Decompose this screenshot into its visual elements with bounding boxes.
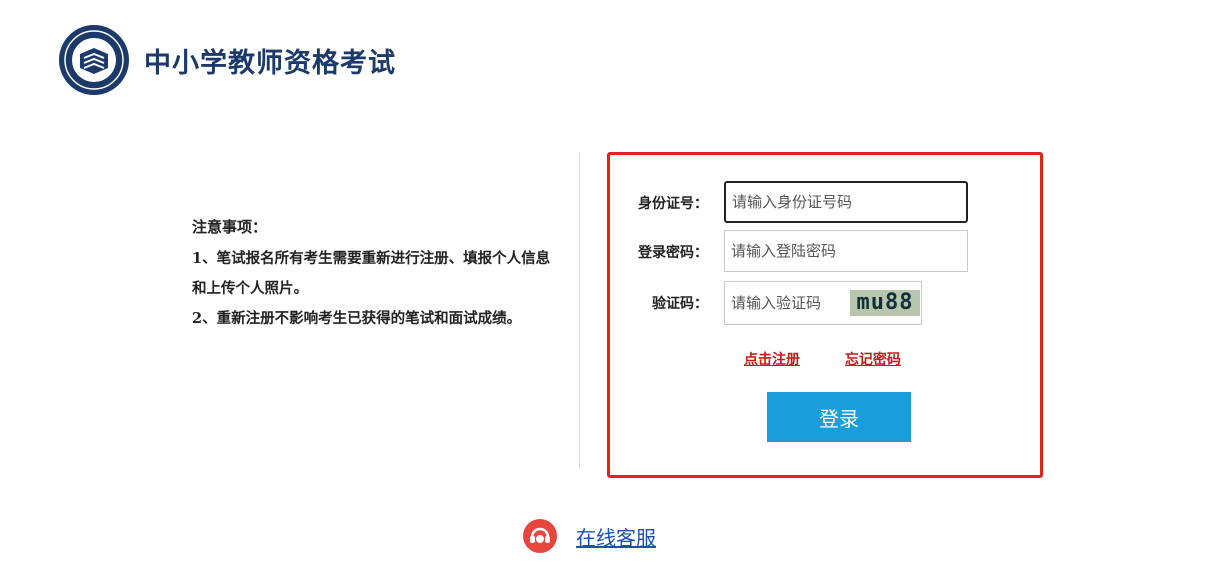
login-button[interactable]: 登录 (767, 392, 911, 442)
captcha-input[interactable] (725, 282, 857, 324)
forgot-password-link[interactable]: 忘记密码 (845, 352, 901, 368)
login-form: 身份证号： 登录密码： 验证码： mu88 点击注册 忘记密码 登录 (607, 152, 1043, 478)
ntce-emblem-icon (59, 25, 129, 95)
id-number-input[interactable] (724, 181, 968, 223)
site-title: 中小学教师资格考试 (144, 47, 396, 79)
password-input[interactable] (724, 230, 968, 272)
notice-item: 1、笔试报名所有考生需要重新进行注册、填报个人信息和上传个人照片。 (192, 250, 551, 297)
customer-service-icon[interactable] (522, 518, 558, 554)
id-label: 身份证号： (638, 196, 708, 212)
captcha-field: mu88 (724, 281, 922, 325)
auth-links: 点击注册 忘记密码 (744, 349, 941, 369)
notice-panel: 注意事项： 1、笔试报名所有考生需要重新进行注册、填报个人信息和上传个人照片。 … (192, 212, 562, 334)
register-link[interactable]: 点击注册 (744, 352, 800, 368)
site-header: 中小学教师资格考试 (58, 20, 396, 100)
notice-item: 2、重新注册不影响考生已获得的笔试和面试成绩。 (192, 310, 522, 327)
notice-title: 注意事项： (192, 218, 268, 236)
password-label: 登录密码： (638, 245, 708, 261)
captcha-label: 验证码： (652, 296, 708, 312)
captcha-image[interactable]: mu88 (850, 290, 920, 316)
vertical-divider (579, 152, 580, 468)
online-service: 在线客服 (522, 518, 656, 554)
online-service-link[interactable]: 在线客服 (576, 522, 656, 551)
